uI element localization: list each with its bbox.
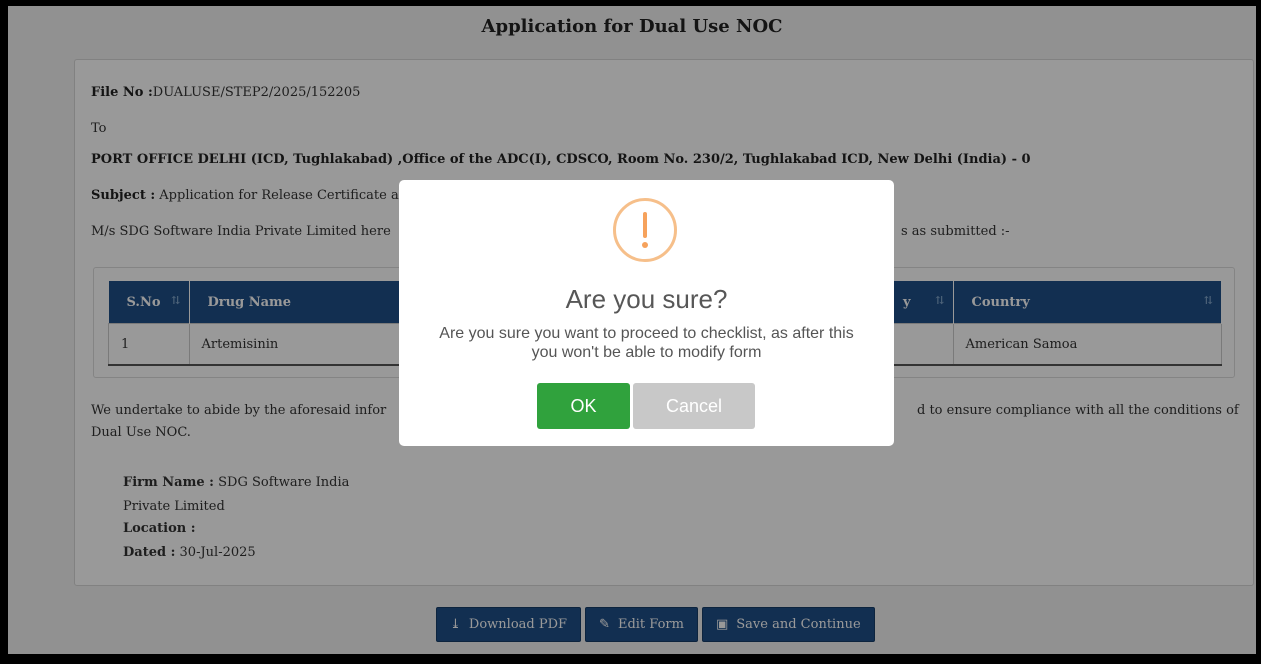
cancel-button[interactable]: Cancel — [633, 383, 755, 429]
ok-button[interactable]: OK — [537, 383, 630, 429]
confirm-dialog: Are you sure? Are you sure you want to p… — [399, 180, 894, 446]
dialog-message: Are you sure you want to proceed to chec… — [439, 325, 854, 361]
dialog-title: Are you sure? — [565, 284, 728, 314]
warning-icon — [613, 198, 677, 262]
